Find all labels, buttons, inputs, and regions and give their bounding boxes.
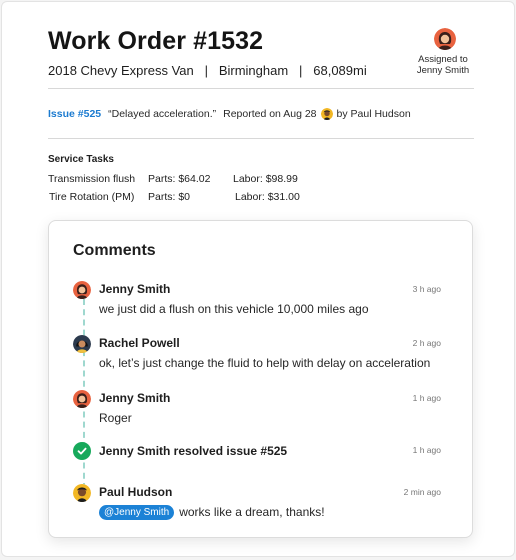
jenny-avatar[interactable] — [73, 281, 91, 299]
vehicle-name: 2018 Chevy Express Van — [48, 63, 194, 78]
paul-avatar[interactable] — [73, 484, 91, 502]
comment-text: @Jenny Smith works like a dream, thanks! — [99, 505, 325, 520]
comment-author: Jenny Smith — [99, 391, 171, 405]
comment-item: Jenny Smith 1 h ago Roger — [73, 390, 441, 425]
separator: | — [197, 63, 216, 78]
vehicle-location: Birmingham — [218, 63, 289, 78]
task-name: Tire Rotation (PM) — [49, 191, 135, 203]
comments-panel: Comments Jenny Smith 3 h ago we just did… — [48, 220, 473, 538]
comment-text: ok, let’s just change the fluid to help … — [99, 356, 431, 370]
assigned-label: Assigned to Jenny Smith — [416, 54, 470, 76]
task-parts: Parts: $64.02 — [148, 173, 211, 185]
issue-reporter: by Paul Hudson — [336, 108, 411, 120]
resolution-text: Jenny Smith resolved issue #525 — [99, 444, 288, 458]
comment-text: we just did a flush on this vehicle 10,0… — [99, 302, 369, 316]
mention-tag[interactable]: @Jenny Smith — [99, 505, 175, 520]
divider — [48, 138, 474, 139]
comment-time: 3 h ago — [412, 284, 441, 294]
check-circle-icon — [73, 442, 91, 460]
comment-author: Jenny Smith — [99, 282, 171, 296]
jenny-avatar[interactable] — [73, 390, 91, 408]
task-labor: Labor: $98.99 — [233, 173, 298, 185]
service-tasks-heading: Service Tasks — [48, 154, 114, 165]
comment-item: Rachel Powell 2 h ago ok, let’s just cha… — [73, 335, 441, 370]
task-name: Transmission flush — [48, 173, 136, 185]
comment-author: Rachel Powell — [99, 336, 180, 350]
assignee[interactable]: Assigned to Jenny Smith — [406, 28, 470, 76]
rachel-avatar[interactable] — [73, 335, 91, 353]
comment-author: Paul Hudson — [99, 485, 173, 499]
issue-summary: Issue #525 “Delayed acceleration.” Repor… — [48, 108, 411, 120]
comment-item: Jenny Smith 3 h ago we just did a flush … — [73, 281, 441, 316]
page-title: Work Order #1532 — [48, 27, 264, 55]
comment-item: Paul Hudson 2 min ago @Jenny Smith works … — [73, 484, 441, 524]
comment-time: 1 h ago — [412, 393, 441, 403]
vehicle-summary: 2018 Chevy Express Van | Birmingham | 68… — [48, 63, 367, 78]
paul-avatar — [320, 108, 333, 120]
work-order-card: Work Order #1532 2018 Chevy Express Van … — [1, 1, 515, 557]
jenny-avatar[interactable] — [434, 28, 456, 50]
separator: | — [291, 63, 310, 78]
comment-text: Roger — [99, 411, 132, 425]
issue-reported-date: Reported on Aug 28 — [223, 108, 317, 120]
comment-message: works like a dream, thanks! — [179, 505, 325, 519]
issue-link[interactable]: Issue #525 — [48, 108, 101, 120]
resolution-event: Jenny Smith resolved issue #525 1 h ago — [73, 442, 441, 462]
divider — [48, 88, 474, 89]
comment-time: 2 h ago — [412, 338, 441, 348]
comments-title: Comments — [73, 242, 156, 259]
vehicle-mileage: 68,089mi — [313, 63, 367, 78]
comment-time: 1 h ago — [412, 445, 441, 455]
comment-time: 2 min ago — [403, 487, 441, 497]
issue-description: “Delayed acceleration.” — [108, 108, 217, 120]
task-labor: Labor: $31.00 — [235, 191, 300, 203]
task-parts: Parts: $0 — [148, 191, 191, 203]
